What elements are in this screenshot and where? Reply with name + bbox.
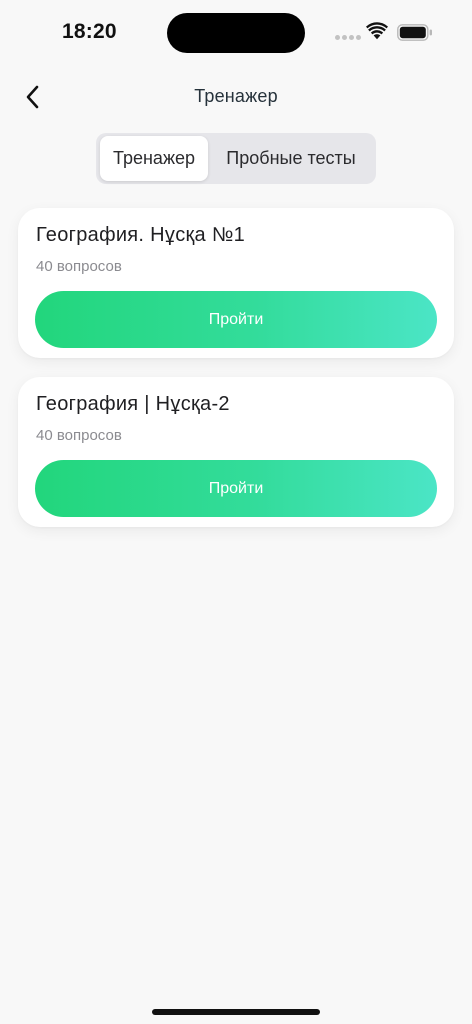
tab-trainer[interactable]: Тренажер: [100, 136, 208, 181]
status-bar: 18:20: [0, 0, 472, 64]
signal-dots-icon: [335, 35, 361, 41]
dynamic-island: [167, 13, 305, 53]
segmented-control: Тренажер Пробные тесты: [96, 133, 376, 184]
screen: 18:20 Тренажер Тренажер Пробные тесты Ге…: [0, 0, 472, 1024]
test-card: География. Нұсқа №1 40 вопросов Пройти: [18, 208, 454, 358]
start-test-button[interactable]: Пройти: [35, 460, 437, 517]
test-title: География | Нұсқа-2: [36, 393, 230, 415]
page-title: Тренажер: [194, 86, 278, 106]
test-card: География | Нұсқа-2 40 вопросов Пройти: [18, 377, 454, 527]
start-test-button[interactable]: Пройти: [35, 291, 437, 348]
question-count: 40 вопросов: [36, 258, 122, 275]
home-indicator[interactable]: [152, 1009, 320, 1015]
question-count: 40 вопросов: [36, 427, 122, 444]
test-title: География. Нұсқа №1: [36, 224, 246, 246]
tab-practice-tests[interactable]: Пробные тесты: [210, 136, 372, 181]
status-time: 18:20: [62, 20, 117, 43]
wifi-icon: [366, 22, 388, 40]
battery-icon: [397, 24, 432, 41]
